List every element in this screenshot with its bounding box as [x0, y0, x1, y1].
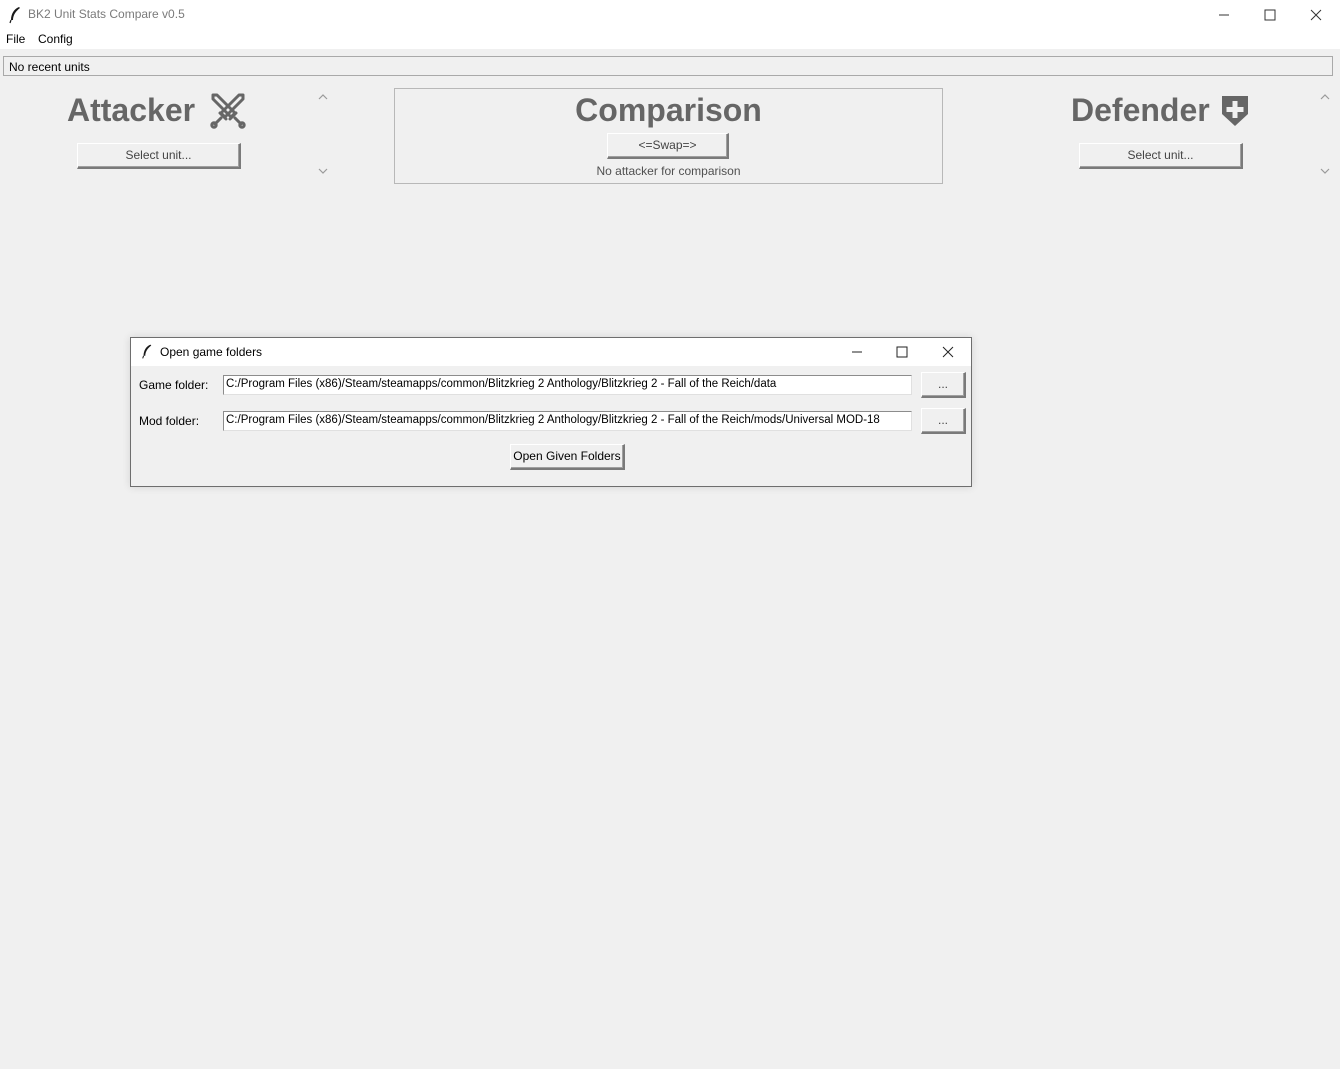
attacker-scroll-up-icon[interactable]: [318, 93, 328, 101]
defender-select-button[interactable]: Select unit...: [1079, 143, 1243, 169]
recent-units-label: No recent units: [9, 60, 90, 74]
attacker-title: Attacker: [67, 92, 196, 128]
dialog-minimize-icon[interactable]: [851, 346, 863, 361]
minimize-button[interactable]: [1201, 0, 1247, 30]
dialog-maximize-icon[interactable]: [896, 346, 908, 361]
dialog-close-icon[interactable]: [942, 346, 954, 361]
defender-title: Defender: [1071, 92, 1210, 128]
close-button[interactable]: [1293, 0, 1339, 30]
dialog-title: Open game folders: [160, 345, 263, 359]
swap-button[interactable]: <=Swap=>: [607, 133, 729, 159]
maximize-icon: [1264, 9, 1276, 21]
window-title: BK2 Unit Stats Compare v0.5: [28, 7, 185, 21]
game-folder-input[interactable]: C:/Program Files (x86)/Steam/steamapps/c…: [223, 375, 912, 395]
open-given-folders-button[interactable]: Open Given Folders: [510, 444, 625, 470]
mod-folder-browse-button[interactable]: ...: [921, 408, 966, 434]
attacker-select-button[interactable]: Select unit...: [77, 143, 241, 169]
window-titlebar: BK2 Unit Stats Compare v0.5: [0, 0, 1340, 30]
defender-scroll-up-icon[interactable]: [1320, 93, 1330, 101]
menu-bar: File Config: [0, 30, 1340, 49]
attacker-scroll-down-icon[interactable]: [318, 167, 328, 175]
minimize-icon: [1219, 14, 1229, 16]
recent-units-bar[interactable]: No recent units: [3, 56, 1333, 76]
game-folder-browse-button[interactable]: ...: [921, 372, 966, 398]
shield-plus-icon: [1220, 94, 1250, 131]
open-folders-dialog: Open game folders Game folder: C:/Progra…: [130, 337, 972, 487]
feather-icon: [8, 6, 22, 24]
defender-scroll-down-icon[interactable]: [1320, 167, 1330, 175]
close-icon: [1310, 9, 1322, 21]
maximize-button[interactable]: [1247, 0, 1293, 30]
mod-folder-input[interactable]: C:/Program Files (x86)/Steam/steamapps/c…: [223, 411, 912, 431]
comparison-status: No attacker for comparison: [596, 164, 741, 178]
dialog-titlebar: Open game folders: [131, 338, 971, 366]
feather-icon: [141, 343, 153, 363]
game-folder-label: Game folder:: [139, 378, 209, 392]
menu-file[interactable]: File: [6, 32, 25, 46]
crossed-swords-icon: [209, 92, 247, 133]
mod-folder-label: Mod folder:: [139, 414, 200, 428]
comparison-title: Comparison: [575, 92, 762, 128]
menu-config[interactable]: Config: [38, 32, 73, 46]
